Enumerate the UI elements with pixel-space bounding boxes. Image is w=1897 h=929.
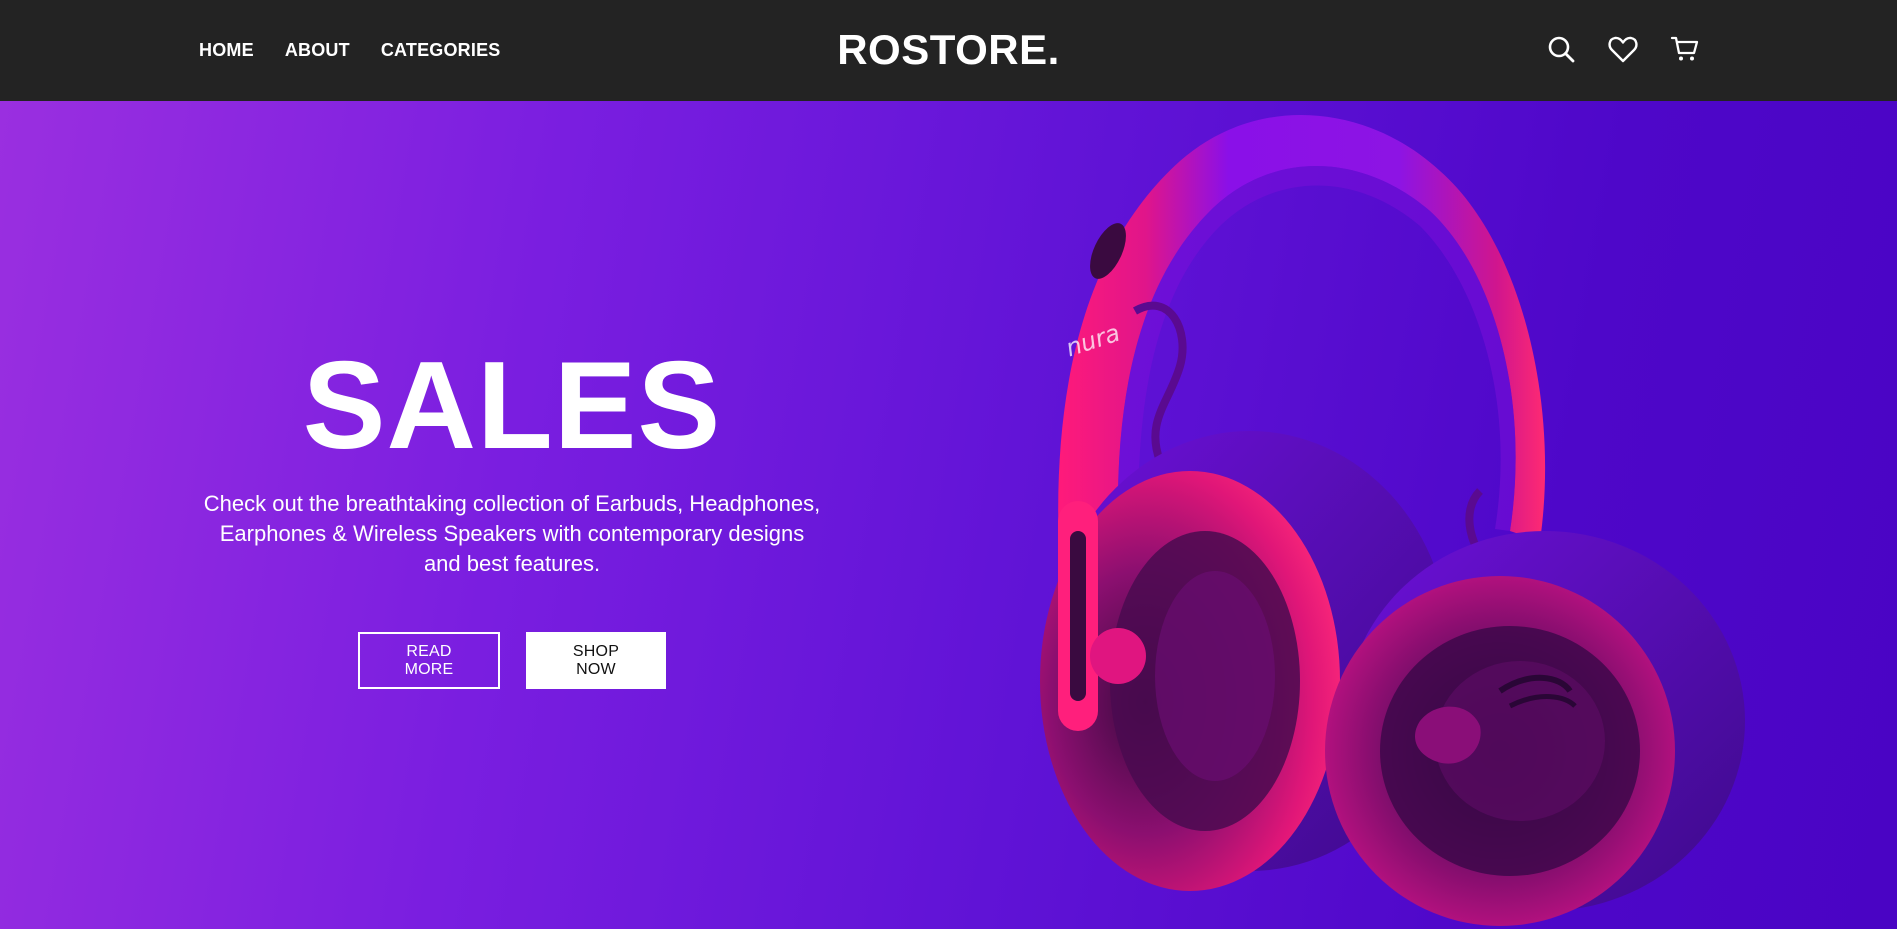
heart-icon [1608, 36, 1638, 63]
hero-banner: SALES Check out the breathtaking collect… [0, 101, 1897, 929]
nav-about[interactable]: ABOUT [285, 38, 350, 62]
headphones-image: nura [1040, 114, 1745, 926]
header-icons [1545, 32, 1701, 66]
search-icon [1548, 36, 1575, 63]
main-nav: HOME ABOUT CATEGORIES [199, 38, 501, 62]
site-header: HOME ABOUT CATEGORIES ROSTORE. [0, 0, 1897, 101]
cart-button[interactable] [1669, 32, 1701, 66]
site-logo[interactable]: ROSTORE. [837, 26, 1060, 73]
shop-now-button[interactable]: SHOP NOW [526, 632, 666, 689]
cart-icon [1670, 36, 1699, 61]
hero-description: Check out the breathtaking collection of… [203, 491, 821, 576]
read-more-button[interactable]: READ MORE [358, 632, 500, 689]
search-button[interactable] [1545, 32, 1577, 66]
hero-content: SALES Check out the breathtaking collect… [200, 341, 824, 689]
hero-buttons: READ MORE SHOP NOW [200, 632, 824, 689]
nav-home[interactable]: HOME [199, 38, 254, 62]
nav-categories[interactable]: CATEGORIES [381, 38, 501, 62]
hero-title: SALES [302, 337, 722, 475]
wishlist-button[interactable] [1607, 32, 1639, 66]
